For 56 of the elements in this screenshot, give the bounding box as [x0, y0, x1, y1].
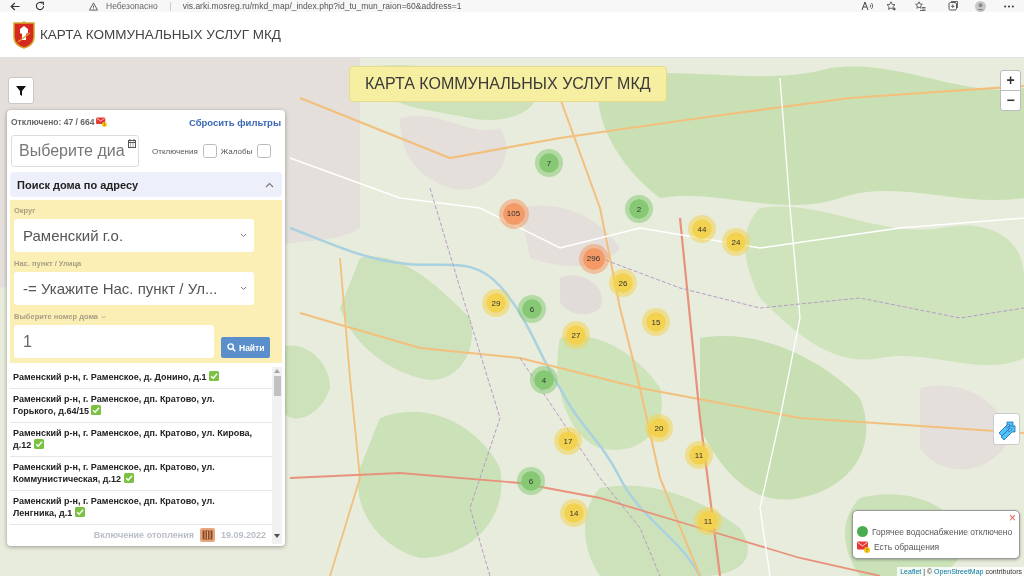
- heating-label: Включение отопления: [93, 529, 194, 540]
- legend-label: Горячее водоснабжение отключено: [872, 526, 1013, 537]
- status-dot-icon: [857, 526, 868, 537]
- avatar-icon[interactable]: [975, 0, 986, 12]
- radiator-icon: [199, 527, 215, 542]
- check-icon: [209, 371, 220, 381]
- scrollbar-thumb[interactable]: [273, 376, 281, 396]
- checkbox-label: Отключения: [152, 146, 198, 156]
- star-list-icon[interactable]: [915, 1, 926, 11]
- site-title: КАРТА КОММУНАЛЬНЫХ УСЛУГ МКД: [40, 27, 281, 42]
- close-button[interactable]: ×: [1009, 512, 1016, 524]
- reset-filters-link[interactable]: Сбросить фильтры: [188, 116, 281, 128]
- envelope-badge-icon: [96, 117, 108, 127]
- refresh-icon[interactable]: [35, 1, 45, 11]
- address-bar-url[interactable]: vis.arki.mosreg.ru/mkd_map/_index.php?id_tu_mun_raion=60&address=1: [182, 0, 462, 12]
- star-plus-icon[interactable]: [886, 1, 897, 11]
- district-select[interactable]: Раменский г.о.: [14, 219, 254, 252]
- envelope-badge-icon: [857, 540, 870, 553]
- outage-count: Отключено: 47 / 664: [11, 117, 95, 127]
- checkbox[interactable]: [257, 144, 272, 158]
- address-result[interactable]: Раменский р-н, г. Раменское, дп. Кратово, ул. Кирова, д.12: [10, 422, 272, 457]
- security-label[interactable]: Небезопасно: [106, 0, 158, 12]
- more-icon[interactable]: [1004, 4, 1014, 8]
- check-icon: [91, 405, 102, 415]
- chevron-down-icon: [240, 286, 247, 291]
- date-range-field[interactable]: Выберите диа: [11, 135, 139, 167]
- read-aloud-icon[interactable]: [861, 1, 873, 11]
- address-search-header[interactable]: Поиск дома по адресу: [10, 172, 282, 197]
- calendar-icon[interactable]: [128, 139, 136, 148]
- address-result[interactable]: Раменский р-н, г. Раменское, дп. Кратово, ул. Ленгника, д.1: [10, 490, 272, 525]
- shield-logo: [13, 20, 35, 49]
- scrollbar[interactable]: [272, 367, 282, 544]
- tool-button[interactable]: [993, 413, 1020, 445]
- address-result[interactable]: Раменский р-н, г. Раменское, дп. Кратово, ул. Коммунистическая, д.12: [10, 456, 272, 491]
- address-result[interactable]: Раменский р-н, г. Раменское, дп. Кратово, ул. Горького, д.64/15: [10, 388, 272, 423]
- map-title-banner: КАРТА КОММУНАЛЬНЫХ УСЛУГ МКД: [349, 66, 667, 102]
- address-result[interactable]: Раменский р-н, г. Раменское, д. Донино, д.1: [10, 367, 272, 389]
- chevron-down-icon: [240, 233, 247, 238]
- scroll-down-icon[interactable]: [274, 533, 280, 538]
- checkbox-label: Жалобы: [220, 146, 253, 156]
- filter-button[interactable]: [8, 77, 34, 104]
- zoom-out-button[interactable]: −: [1000, 90, 1021, 111]
- check-icon: [74, 507, 85, 517]
- funnel-icon: [16, 85, 26, 96]
- zoom-in-button[interactable]: +: [1000, 70, 1021, 91]
- warning-icon[interactable]: [89, 1, 98, 11]
- search-icon: [227, 343, 236, 352]
- square-plus-icon[interactable]: [948, 1, 959, 11]
- back-arrow-icon[interactable]: [10, 1, 20, 11]
- legend-label: Есть обращения: [874, 541, 940, 552]
- check-icon: [33, 439, 44, 449]
- checkbox[interactable]: [202, 144, 217, 158]
- house-number-field[interactable]: 1: [14, 325, 214, 358]
- street-select[interactable]: -= Укажите Нас. пункт / Ул...: [14, 272, 254, 305]
- check-icon: [123, 473, 134, 483]
- heating-date: 19.09.2022: [220, 529, 266, 540]
